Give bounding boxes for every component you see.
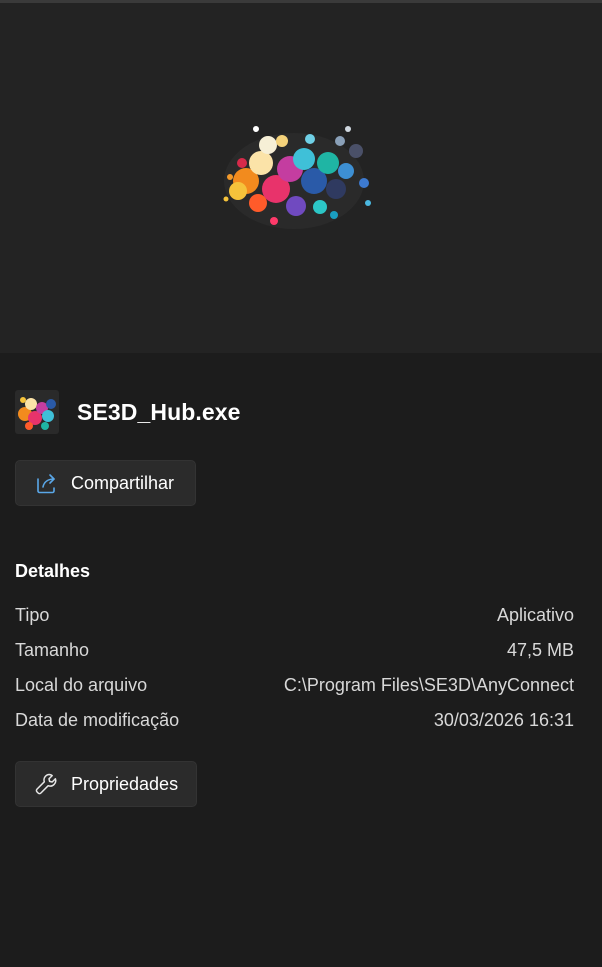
app-preview-image [223,126,371,229]
share-label: Compartilhar [71,472,175,493]
app-thumbnail-icon [15,390,59,434]
detail-label: Tamanho [15,640,90,660]
properties-label: Propriedades [71,773,179,794]
share-button[interactable]: Compartilhar [15,460,196,506]
wrench-icon [33,771,59,797]
file-preview [0,3,602,353]
detail-value: 30/03/2026 16:31 [433,710,574,730]
file-details-pane: SE3D_Hub.exe Compartilhar Detalhes Tipo … [0,0,602,967]
detail-row-size: Tamanho 47,5 MB [15,640,574,661]
file-name: SE3D_Hub.exe [77,398,241,425]
detail-value: C:\Program Files\SE3D\AnyConnect [283,675,574,695]
detail-label: Tipo [15,605,50,625]
detail-value: Aplicativo [496,605,574,625]
detail-value: 47,5 MB [506,640,574,660]
detail-row-location: Local do arquivo C:\Program Files\SE3D\A… [15,675,574,696]
file-header: SE3D_Hub.exe [15,390,241,434]
detail-label: Local do arquivo [15,675,148,695]
properties-button[interactable]: Propriedades [15,761,197,807]
detail-row-type: Tipo Aplicativo [15,605,574,626]
detail-label: Data de modificação [15,710,180,730]
share-icon [33,470,59,496]
details-heading: Detalhes [15,561,91,581]
detail-row-modified: Data de modificação 30/03/2026 16:31 [15,710,574,731]
